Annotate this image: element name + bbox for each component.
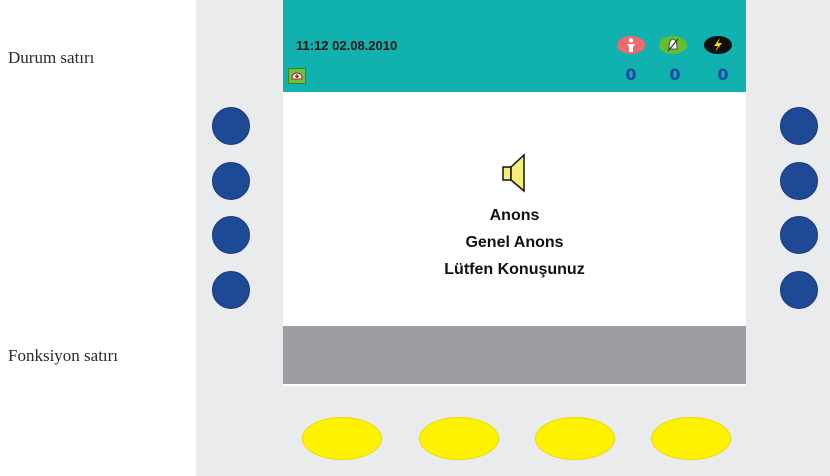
bell-fault-icon — [659, 36, 687, 54]
announcement-type: Genel Anons — [465, 234, 564, 251]
speaker-icon — [501, 152, 527, 199]
status-bar: 11:12 02.08.2010 0 0 0 — [283, 0, 746, 92]
right-softkey-4[interactable] — [780, 271, 818, 309]
right-softkey-3[interactable] — [780, 216, 818, 254]
function-key-2[interactable] — [419, 417, 499, 460]
function-key-4[interactable] — [651, 417, 731, 460]
label-function-row: Fonksiyon satırı — [8, 346, 119, 365]
left-softkey-2[interactable] — [212, 162, 250, 200]
right-softkey-2[interactable] — [780, 162, 818, 200]
person-alarm-icon — [617, 36, 645, 54]
person-alarm-count: 0 — [625, 65, 637, 84]
power-count: 0 — [717, 65, 729, 84]
announcement-title: Anons — [489, 207, 540, 224]
nurse-cap-icon — [288, 68, 306, 84]
left-softkey-3[interactable] — [212, 216, 250, 254]
left-softkey-4[interactable] — [212, 271, 250, 309]
function-key-1[interactable] — [302, 417, 382, 460]
right-softkey-1[interactable] — [780, 107, 818, 145]
left-softkey-1[interactable] — [212, 107, 250, 145]
function-bar — [283, 326, 746, 384]
fault-count: 0 — [669, 65, 681, 84]
datetime: 11:12 02.08.2010 — [296, 38, 398, 53]
lightning-icon — [704, 36, 732, 54]
display-screen: 11:12 02.08.2010 0 0 0 Anons Genel Anons… — [283, 0, 746, 386]
announcement-instruction: Lütfen Konuşunuz — [444, 261, 585, 278]
function-key-3[interactable] — [535, 417, 615, 460]
label-status-row: Durum satırı — [8, 48, 95, 67]
